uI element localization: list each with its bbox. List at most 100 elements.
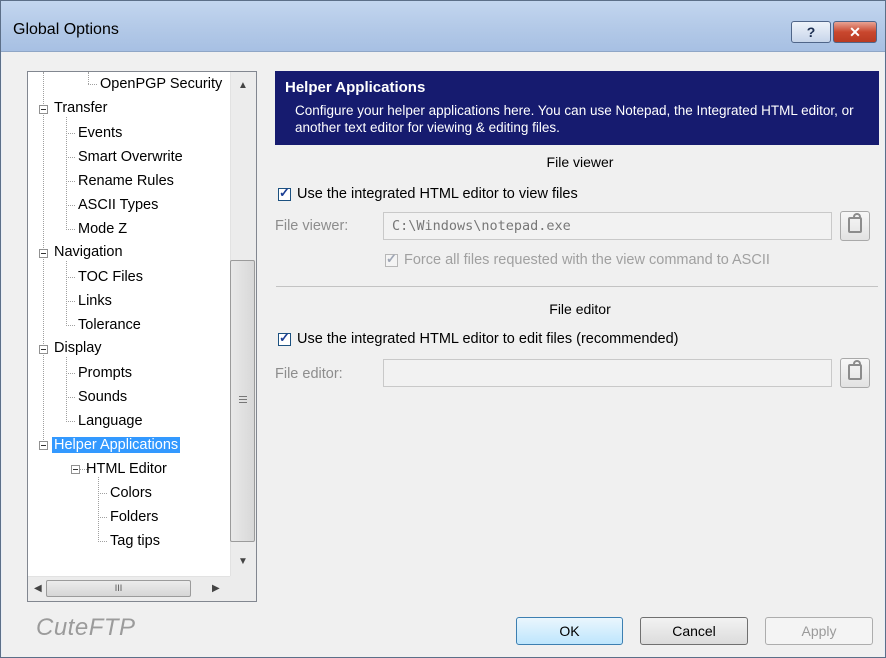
tree-item-label: HTML Editor — [86, 461, 167, 477]
tree-item-mode-z[interactable]: Mode Z — [76, 219, 129, 239]
tree-item-label: Links — [78, 293, 112, 309]
section-divider — [276, 286, 878, 287]
tree-item-label: Display — [54, 340, 102, 356]
tree-item-display[interactable]: Display — [52, 338, 104, 358]
tree-item-label: Tag tips — [110, 533, 160, 549]
force-ascii-checkbox-row[interactable]: Force all files requested with the view … — [385, 251, 770, 268]
grip-line — [239, 396, 247, 397]
tree-item-language[interactable]: Language — [76, 411, 145, 431]
tree-item-label: Tolerance — [78, 317, 141, 333]
tree-item-label: Colors — [110, 485, 152, 501]
tree-line — [66, 133, 75, 134]
window-title: Global Options — [13, 21, 119, 38]
file-viewer-label: File viewer: — [275, 218, 349, 234]
collapse-toggle[interactable] — [71, 465, 80, 474]
panel-title: Helper Applications — [285, 79, 426, 96]
scroll-right-arrow-icon[interactable]: ▶ — [212, 583, 220, 594]
tree-line — [98, 493, 107, 494]
tree-line — [66, 229, 75, 230]
tree-item-smart-overwrite[interactable]: Smart Overwrite — [76, 147, 185, 167]
tree-line — [88, 72, 89, 84]
file-viewer-browse-button[interactable] — [840, 211, 870, 241]
tree-item-sounds[interactable]: Sounds — [76, 387, 129, 407]
scroll-corner — [230, 576, 256, 601]
tree-item-prompts[interactable]: Prompts — [76, 363, 134, 383]
tree-line — [66, 373, 75, 374]
tree-line — [98, 541, 107, 542]
tree-item-helper-applications[interactable]: Helper Applications — [52, 435, 181, 455]
tree-item-label: Smart Overwrite — [78, 149, 183, 165]
collapse-toggle[interactable] — [39, 345, 48, 354]
tree-line — [98, 517, 107, 518]
collapse-toggle[interactable] — [39, 441, 48, 450]
folder-icon — [848, 213, 862, 233]
tree-item-label: Sounds — [78, 389, 128, 405]
tree-item-label: Rename Rules — [78, 173, 174, 189]
tree-item-folders[interactable]: Folders — [108, 507, 160, 527]
tree-item-tolerance[interactable]: Tolerance — [76, 315, 143, 335]
tree-item-label: TOC Files — [78, 269, 143, 285]
ok-button[interactable]: OK — [516, 617, 623, 645]
tree-hscroll-thumb[interactable]: III — [46, 580, 191, 597]
tree-item-events[interactable]: Events — [76, 123, 124, 143]
tree-item-tag-tips[interactable]: Tag tips — [108, 531, 162, 551]
scroll-up-arrow-icon[interactable]: ▲ — [238, 80, 248, 91]
file-viewer-section-title: File viewer — [546, 154, 614, 170]
file-editor-browse-button[interactable] — [840, 358, 870, 388]
cuteftp-logo: CuteFTP — [36, 614, 136, 641]
tree-line — [66, 181, 75, 182]
cancel-button[interactable]: Cancel — [640, 617, 748, 645]
view-integrated-checkbox[interactable] — [278, 185, 291, 201]
grip-line — [239, 399, 247, 400]
title-bar: Global Options ? ✕ — [1, 1, 885, 52]
tree-line — [66, 325, 75, 326]
tree-item-toc-files[interactable]: TOC Files — [76, 267, 145, 287]
edit-integrated-checkbox-row[interactable]: Use the integrated HTML editor to edit f… — [278, 330, 679, 347]
tree-item-label: ASCII Types — [78, 197, 159, 213]
tree-item-openpgp-security[interactable]: OpenPGP Security — [98, 74, 224, 94]
scroll-left-arrow-icon[interactable]: ◀ — [34, 583, 42, 594]
panel-description: Configure your helper applications here.… — [295, 103, 854, 135]
tree-item-label: Events — [78, 125, 123, 141]
tree-line — [66, 301, 75, 302]
tree-item-label: OpenPGP Security — [100, 76, 223, 92]
file-editor-label: File editor: — [275, 366, 343, 382]
collapse-toggle[interactable] — [39, 249, 48, 258]
force-ascii-label: Force all files requested with the view … — [404, 252, 770, 268]
edit-integrated-checkbox[interactable] — [278, 330, 291, 346]
tree-item-links[interactable]: Links — [76, 291, 114, 311]
tree-line — [66, 421, 75, 422]
panel-header: Helper Applications Configure your helpe… — [275, 71, 879, 145]
options-tree[interactable]: OpenPGP Security Transfer Events Smart O… — [27, 71, 257, 602]
tree-line — [98, 477, 99, 540]
tree-item-html-editor[interactable]: HTML Editor — [84, 459, 169, 479]
tree-item-label: Helper Applications — [52, 437, 181, 453]
tree-scroll-thumb[interactable] — [230, 260, 255, 542]
tree-item-colors[interactable]: Colors — [108, 483, 154, 503]
tree-item-ascii-types[interactable]: ASCII Types — [76, 195, 160, 215]
tree-item-navigation[interactable]: Navigation — [52, 242, 125, 262]
apply-button[interactable]: Apply — [765, 617, 873, 645]
tree-line — [88, 84, 97, 85]
file-viewer-input[interactable]: C:\Windows\notepad.exe — [383, 212, 832, 240]
help-button[interactable]: ? — [791, 21, 831, 43]
view-integrated-checkbox-row[interactable]: Use the integrated HTML editor to view f… — [278, 185, 578, 202]
tree-item-label: Folders — [110, 509, 159, 525]
tree-line — [66, 261, 67, 324]
edit-integrated-label: Use the integrated HTML editor to edit f… — [297, 331, 679, 347]
tree-item-rename-rules[interactable]: Rename Rules — [76, 171, 176, 191]
close-button[interactable]: ✕ — [833, 21, 877, 43]
tree-line — [43, 72, 44, 444]
folder-icon — [848, 360, 862, 380]
collapse-toggle[interactable] — [39, 105, 48, 114]
grip-line — [239, 402, 247, 403]
scroll-down-arrow-icon[interactable]: ▼ — [238, 556, 248, 567]
tree-line — [66, 357, 67, 420]
tree-line — [66, 157, 75, 158]
tree-item-label: Mode Z — [78, 221, 128, 237]
force-ascii-checkbox[interactable] — [385, 251, 398, 267]
tree-item-label: Language — [78, 413, 143, 429]
file-editor-input[interactable] — [383, 359, 832, 387]
tree-item-label: Prompts — [78, 365, 132, 381]
tree-item-transfer[interactable]: Transfer — [52, 98, 109, 118]
